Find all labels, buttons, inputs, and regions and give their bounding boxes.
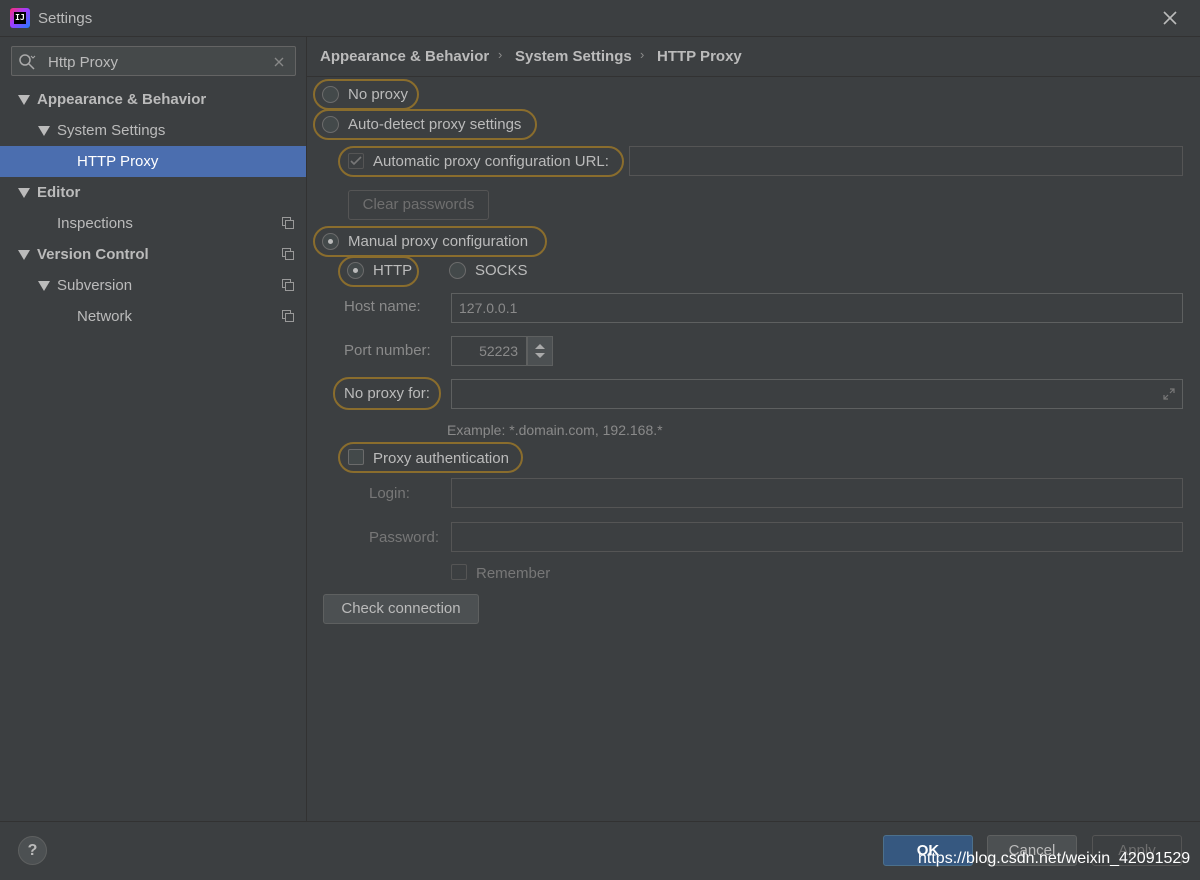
expanded-arrow-icon[interactable] [18,188,30,198]
breadcrumb-item[interactable]: System Settings [515,48,632,65]
sidebar-item-inspections[interactable]: Inspections [0,208,306,239]
proxy-auth-label[interactable]: Proxy authentication [373,450,509,467]
search-input[interactable] [48,52,268,72]
port-number-field[interactable]: 52223 [451,336,527,366]
settings-sidebar: Appearance & Behavior System Settings HT… [0,37,307,821]
host-name-label: Host name: [344,298,421,315]
project-settings-icon [282,248,294,260]
expanded-arrow-icon[interactable] [18,95,30,105]
proxy-auth-checkbox[interactable] [348,449,364,465]
project-settings-icon [282,279,294,291]
breadcrumb-separator: › [640,47,645,62]
sidebar-item-label: System Settings [57,122,166,139]
search-box[interactable] [11,46,296,76]
sidebar-item-editor[interactable]: Editor [0,177,306,208]
http-radio[interactable] [347,262,364,279]
remember-checkbox[interactable] [451,564,467,580]
no-proxy-radio[interactable] [322,86,339,103]
http-label[interactable]: HTTP [373,262,412,279]
search-icon [19,54,36,70]
auto-config-url-label: Automatic proxy configuration URL: [373,153,609,170]
host-name-field[interactable]: 127.0.0.1 [451,293,1183,323]
window-title: Settings [38,10,93,27]
breadcrumb-item: HTTP Proxy [657,48,742,65]
no-proxy-for-label: No proxy for: [344,385,430,402]
auto-config-url-field[interactable] [629,146,1183,176]
auto-config-url-checkbox[interactable] [348,153,364,169]
socks-label[interactable]: SOCKS [475,262,528,279]
sidebar-item-network[interactable]: Network [0,301,306,332]
watermark: https://blog.csdn.net/weixin_42091529 [918,850,1191,867]
sidebar-item-http-proxy[interactable]: HTTP Proxy [0,146,306,177]
no-proxy-label[interactable]: No proxy [348,86,408,103]
manual-proxy-radio[interactable] [322,233,339,250]
intellij-app-icon: IJ [10,8,30,28]
manual-proxy-label[interactable]: Manual proxy configuration [348,233,528,250]
close-icon[interactable] [1159,7,1181,29]
sidebar-item-appearance-behavior[interactable]: Appearance & Behavior [0,84,306,115]
project-settings-icon [282,310,294,322]
sidebar-item-system-settings[interactable]: System Settings [0,115,306,146]
breadcrumb-separator: › [498,47,503,62]
breadcrumb: Appearance & Behavior › System Settings … [307,37,1200,77]
check-connection-button[interactable]: Check connection [323,594,479,624]
example-hint: Example: *.domain.com, 192.168.* [447,422,663,438]
auto-detect-label[interactable]: Auto-detect proxy settings [348,116,521,133]
password-field[interactable] [451,522,1183,552]
sidebar-item-label: Version Control [37,246,149,263]
login-field[interactable] [451,478,1183,508]
login-label: Login: [369,485,410,502]
checkmark-icon [350,156,362,166]
expanded-arrow-icon[interactable] [38,126,50,136]
spinner-arrows-icon [535,344,545,358]
auto-detect-radio[interactable] [322,116,339,133]
sidebar-item-label: Appearance & Behavior [37,91,207,108]
sidebar-item-label: Inspections [57,215,133,232]
no-proxy-for-field[interactable] [451,379,1183,409]
project-settings-icon [282,217,294,229]
expand-icon[interactable] [1162,387,1176,401]
expanded-arrow-icon[interactable] [38,281,50,291]
port-number-label: Port number: [344,342,431,359]
sidebar-item-label: Network [77,308,133,325]
sidebar-item-label: Editor [37,184,81,201]
sidebar-item-version-control[interactable]: Version Control [0,239,306,270]
sidebar-item-label: HTTP Proxy [77,153,159,170]
help-button[interactable]: ? [18,836,47,865]
sidebar-item-subversion[interactable]: Subversion [0,270,306,301]
clear-search-icon[interactable] [272,55,286,69]
port-spinner[interactable] [527,336,553,366]
remember-label[interactable]: Remember [476,565,550,582]
password-label: Password: [369,529,440,546]
title-bar: IJ Settings [0,0,1200,37]
sidebar-item-label: Subversion [57,277,133,294]
clear-passwords-button[interactable]: Clear passwords [348,190,489,220]
breadcrumb-item[interactable]: Appearance & Behavior [320,48,489,65]
socks-radio[interactable] [449,262,466,279]
expanded-arrow-icon[interactable] [18,250,30,260]
